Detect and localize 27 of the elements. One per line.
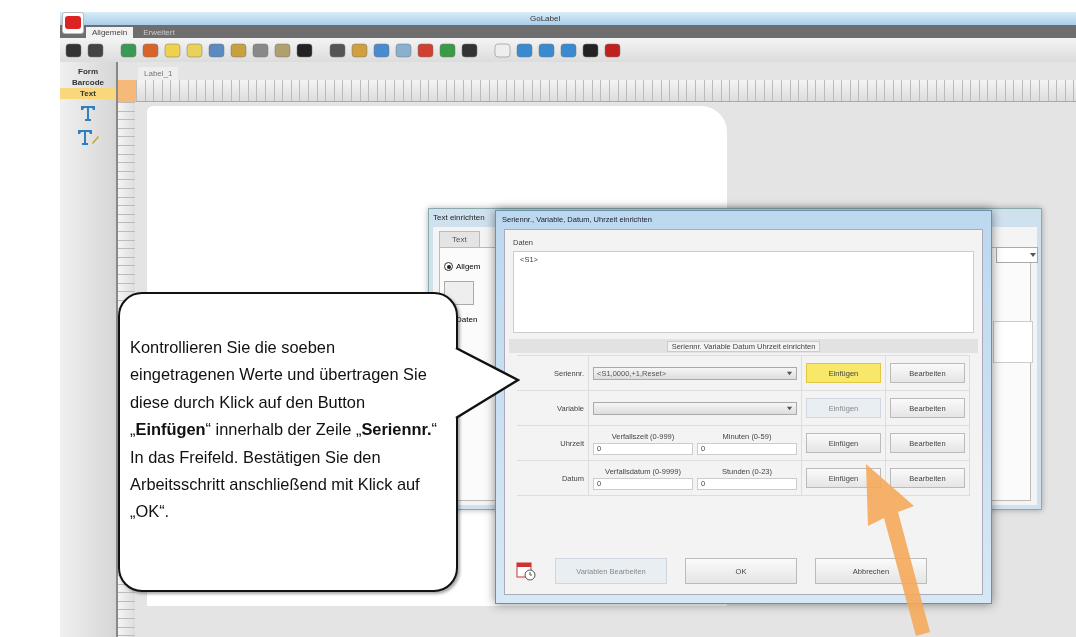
- document-tab[interactable]: Label_1: [138, 67, 179, 80]
- text-edit-tool-icon[interactable]: [76, 127, 100, 147]
- toolbar-icon[interactable]: [460, 40, 479, 60]
- dropdown-field[interactable]: [593, 401, 797, 415]
- radio-label: Allgem: [456, 262, 481, 271]
- window-title: GoLabel: [530, 14, 561, 23]
- palette-item[interactable]: Text: [60, 88, 116, 99]
- dropdown-field[interactable]: [996, 247, 1038, 263]
- radio-button[interactable]: [444, 262, 453, 271]
- toolbar-icon[interactable]: [86, 40, 105, 60]
- toolbar-icon[interactable]: [295, 40, 314, 60]
- dialog-tab[interactable]: Text: [439, 231, 480, 247]
- app-logo-icon: [62, 12, 84, 34]
- ribbon-tab[interactable]: Allgemein: [86, 27, 134, 38]
- palette-item[interactable]: Form: [60, 66, 116, 77]
- palette-item[interactable]: Barcode: [60, 77, 116, 88]
- toolbar-icon[interactable]: [328, 40, 347, 60]
- instruction-text: Kontrollieren Sie die soeben eingetragenen Werte und übertragen Sie diese durch Klick auf den Button „Einfügen“ innerhalb der Zeile „Seriennr.“ In das Freifeld. Bestätigen Sie den Arbeitsschritt anschließend mit Klick auf „OK“.: [130, 337, 438, 523]
- input-field[interactable]: [444, 281, 474, 305]
- toolbar-icon[interactable]: [581, 40, 600, 60]
- dropdown-arrow-icon: [1029, 251, 1037, 259]
- calendar-clock-icon: [515, 560, 537, 582]
- dialog-title: Text einrichten: [433, 212, 485, 222]
- dropdown-arrow-icon: [786, 369, 793, 377]
- ruler-unit: [118, 80, 136, 102]
- dropdown-arrow-icon: [786, 404, 793, 412]
- toolbar-icon[interactable]: [64, 40, 83, 60]
